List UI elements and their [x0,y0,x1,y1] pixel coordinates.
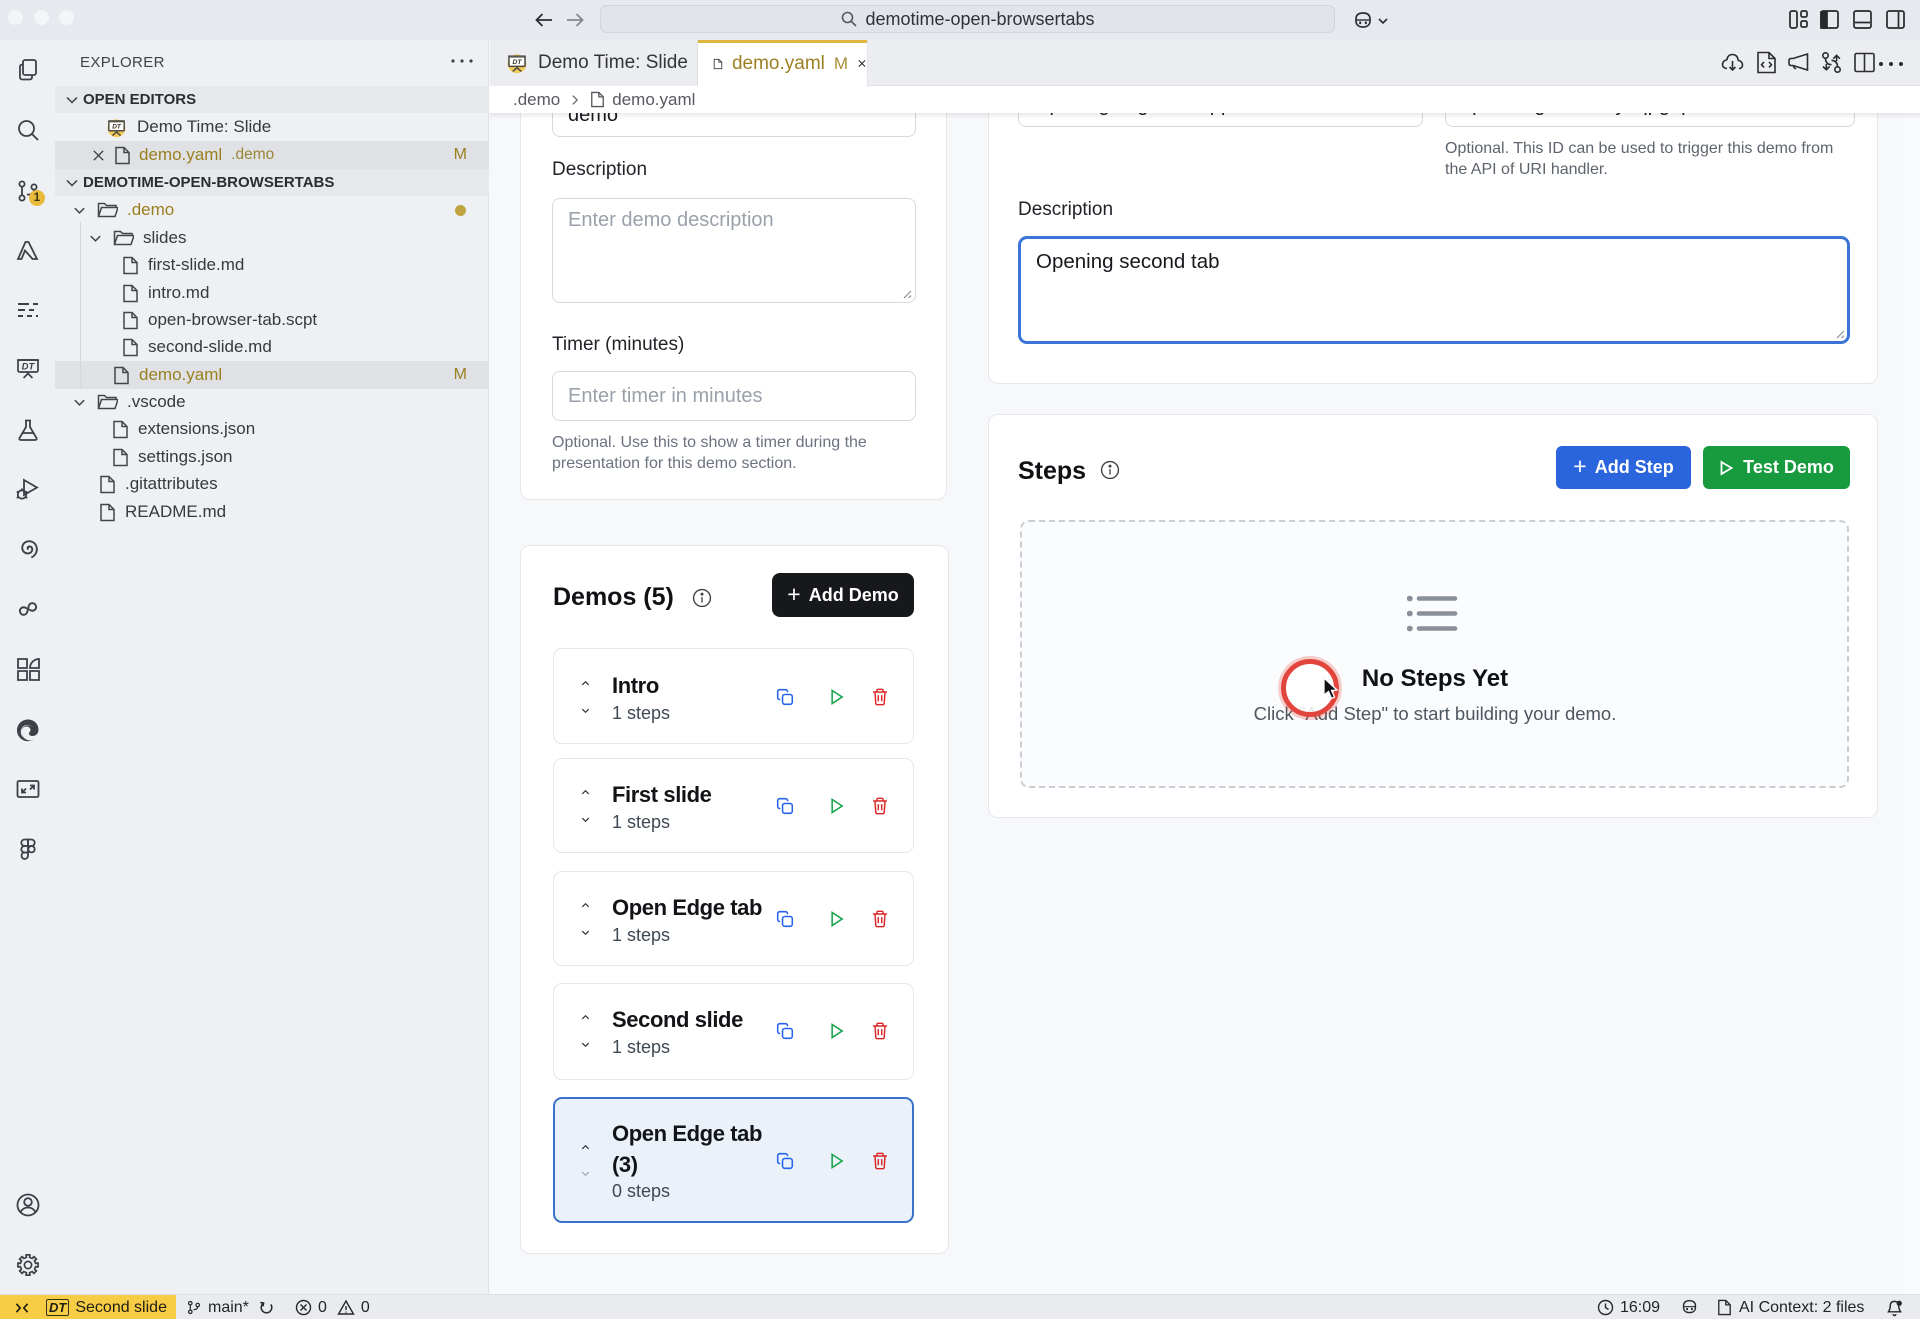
svg-text:DT: DT [22,361,36,372]
svg-text:DT: DT [112,123,122,130]
svg-text:DT: DT [513,59,523,66]
